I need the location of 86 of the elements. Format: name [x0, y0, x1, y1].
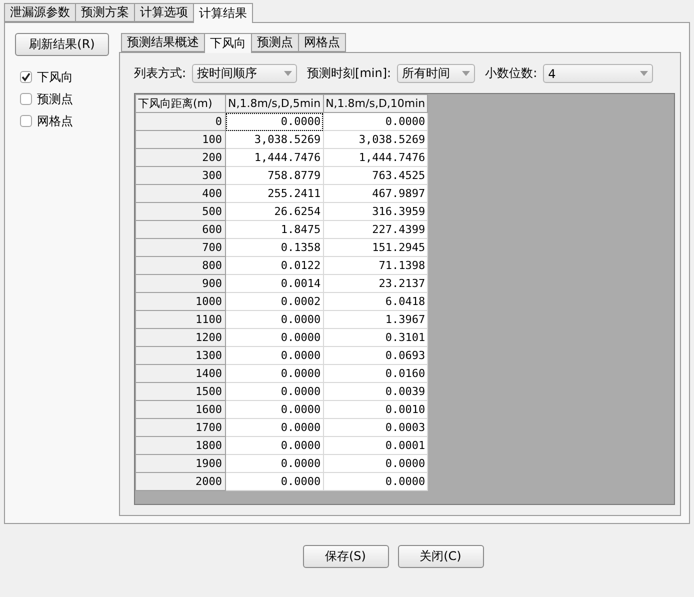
- table-cell: 0.0122: [226, 256, 324, 274]
- table-cell: 0.0000: [226, 400, 324, 418]
- table-cell: 0.0002: [226, 292, 324, 310]
- option-label: 预测时刻[min]:: [307, 65, 392, 82]
- table-cell: 0.0000: [226, 112, 324, 130]
- table-cell: 23.2137: [323, 274, 428, 292]
- table-cell: 6.0418: [323, 292, 428, 310]
- table-cell: 0.0000: [226, 346, 324, 364]
- dialog-button[interactable]: 关闭(C): [398, 545, 484, 568]
- table-cell: 3,038.5269: [226, 130, 324, 148]
- table-cell: 0.0000: [323, 454, 428, 472]
- row-header: 1900: [136, 454, 226, 472]
- table-cell: 0.0000: [226, 472, 324, 490]
- tab[interactable]: 预测点: [251, 33, 299, 52]
- column-header: 下风向距离(m): [136, 94, 226, 112]
- table-cell: 0.0000: [323, 112, 428, 130]
- table-cell: 0.0000: [226, 364, 324, 382]
- dropdown[interactable]: 4: [543, 64, 654, 83]
- row-header: 1400: [136, 364, 226, 382]
- table-cell: 0.0003: [323, 418, 428, 436]
- row-header: 1000: [136, 292, 226, 310]
- dropdown[interactable]: 所有时间: [397, 64, 476, 83]
- row-header: 800: [136, 256, 226, 274]
- row-header: 1700: [136, 418, 226, 436]
- row-header: 1300: [136, 346, 226, 364]
- table-cell: 0.0039: [323, 382, 428, 400]
- dialog-button[interactable]: 保存(S): [302, 545, 388, 568]
- table-cell: 3,038.5269: [323, 130, 428, 148]
- table-cell: 0.0000: [226, 310, 324, 328]
- tab[interactable]: 网格点: [298, 33, 346, 52]
- row-header: 500: [136, 202, 226, 220]
- table-cell: 227.4399: [323, 220, 428, 238]
- table-cell: 1,444.7476: [323, 148, 428, 166]
- table-cell: 1.3967: [323, 310, 428, 328]
- table-cell: 0.0014: [226, 274, 324, 292]
- row-header: 1500: [136, 382, 226, 400]
- table-cell: 0.0000: [226, 436, 324, 454]
- tab[interactable]: 预测结果概述: [121, 33, 205, 52]
- row-header: 2000: [136, 472, 226, 490]
- row-header: 1800: [136, 436, 226, 454]
- table-cell: 0.0001: [323, 436, 428, 454]
- dropdown[interactable]: 按时间顺序: [192, 64, 298, 83]
- column-header: N,1.8m/s,D,5min: [226, 94, 324, 112]
- tab[interactable]: 计算结果: [193, 3, 253, 23]
- table-cell: 316.3959: [323, 202, 428, 220]
- table-cell: 763.4525: [323, 166, 428, 184]
- table-cell: 151.2945: [323, 238, 428, 256]
- table-cell: 467.9897: [323, 184, 428, 202]
- table-cell: 0.0000: [226, 328, 324, 346]
- checkbox-label: 下风向: [37, 68, 73, 86]
- table-cell: 1.8475: [226, 220, 324, 238]
- table-cell: 0.0000: [226, 454, 324, 472]
- row-header: 600: [136, 220, 226, 238]
- row-header: 300: [136, 166, 226, 184]
- row-header: 400: [136, 184, 226, 202]
- row-header: 100: [136, 130, 226, 148]
- row-header: 0: [136, 112, 226, 130]
- refresh-button[interactable]: 刷新结果(R): [15, 33, 109, 56]
- tab[interactable]: 计算选项: [134, 3, 194, 22]
- table-cell: 758.8779: [226, 166, 324, 184]
- table-cell: 0.0010: [323, 400, 428, 418]
- table-cell: 1,444.7476: [226, 148, 324, 166]
- table-cell: 0.0000: [226, 418, 324, 436]
- table-cell: 255.2411: [226, 184, 324, 202]
- checkbox-label: 网格点: [37, 112, 73, 130]
- table-cell: 0.0000: [226, 382, 324, 400]
- row-header: 1100: [136, 310, 226, 328]
- column-header: N,1.8m/s,D,10min: [323, 94, 428, 112]
- tab[interactable]: 泄漏源参数: [4, 3, 76, 22]
- table-cell: 0.1358: [226, 238, 324, 256]
- checkbox-label: 预测点: [37, 90, 73, 108]
- row-header: 1600: [136, 400, 226, 418]
- table-cell: 0.0000: [323, 472, 428, 490]
- table-cell: 26.6254: [226, 202, 324, 220]
- row-header: 900: [136, 274, 226, 292]
- row-header: 1200: [136, 328, 226, 346]
- row-header: 700: [136, 238, 226, 256]
- option-label: 列表方式:: [134, 65, 186, 82]
- tab[interactable]: 预测方案: [75, 3, 135, 22]
- table-cell: 0.0693: [323, 346, 428, 364]
- row-header: 200: [136, 148, 226, 166]
- tab[interactable]: 下风向: [204, 33, 252, 53]
- option-label: 小数位数:: [485, 65, 538, 82]
- table-cell: 0.0160: [323, 364, 428, 382]
- table-cell: 71.1398: [323, 256, 428, 274]
- table-cell: 0.3101: [323, 328, 428, 346]
